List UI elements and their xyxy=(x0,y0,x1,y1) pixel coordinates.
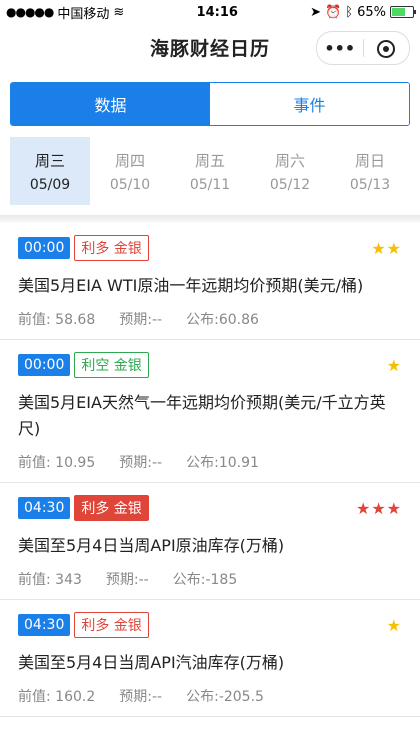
item-title: 美国至5月4日当周API汽油库存(万桶) xyxy=(18,653,285,672)
alarm-icon: ⏰ xyxy=(325,4,342,20)
battery-icon xyxy=(389,6,416,18)
forecast-value: -- xyxy=(151,455,163,471)
tab-data[interactable]: 数据 xyxy=(11,83,210,125)
day-date: 05/10 xyxy=(109,176,151,193)
day-tab[interactable]: 周六 05/12 xyxy=(250,137,330,205)
signal-icon: ●●●●● xyxy=(6,5,54,19)
day-date: 05/09 xyxy=(29,176,71,193)
close-button[interactable] xyxy=(364,38,410,58)
target-icon xyxy=(377,39,396,58)
day-name: 周五 xyxy=(194,151,225,170)
section-divider xyxy=(0,215,420,223)
forecast-label: 预期: xyxy=(119,689,152,705)
impact-tag: 利多 金银 xyxy=(74,235,149,261)
list-item[interactable]: 04:30 利多 金银 ★★★ 美国至5月4日当周API原油库存(万桶) 前值:… xyxy=(0,483,420,600)
day-name: 周三 xyxy=(34,151,65,170)
forecast-value: -- xyxy=(151,312,163,328)
actual-value: 60.86 xyxy=(218,312,259,328)
item-title: 美国至5月4日当周API原油库存(万桶) xyxy=(18,536,285,555)
item-title: 美国5月EIA WTI原油一年远期均价预期(美元/桶) xyxy=(18,276,364,295)
impact-tag: 利空 金银 xyxy=(74,352,149,378)
status-time: 14:16 xyxy=(196,4,238,20)
time-badge: 00:00 xyxy=(18,237,71,259)
time-badge: 04:30 xyxy=(18,497,71,519)
forecast-label: 预期: xyxy=(119,455,152,471)
forecast-value: -- xyxy=(138,572,149,588)
importance-stars: ★★★ xyxy=(355,498,402,518)
day-name: 周四 xyxy=(114,151,145,170)
nav-bar: 海豚财经日历 ••• xyxy=(0,24,420,70)
time-badge: 00:00 xyxy=(18,354,71,376)
prev-label: 前值: xyxy=(18,455,51,471)
actual-label: 公布: xyxy=(186,455,219,471)
day-name: 周六 xyxy=(274,151,305,170)
date-selector: 周三 05/09 周四 05/10 周五 05/11 周六 05/12 周日 0… xyxy=(0,137,420,205)
list-item[interactable]: 00:00 利空 金银 ★ 美国5月EIA天然气一年远期均价预期(美元/千立方英… xyxy=(0,340,420,483)
day-tab[interactable]: 周三 05/09 xyxy=(10,137,90,205)
day-date: 05/13 xyxy=(349,176,391,193)
time-badge: 04:30 xyxy=(18,614,71,636)
carrier-label: 中国移动 xyxy=(57,6,110,22)
day-tab[interactable]: 周日 05/13 xyxy=(330,137,410,205)
impact-tag: 利多 金银 xyxy=(74,495,149,521)
impact-tag: 利多 金银 xyxy=(74,612,149,638)
more-button[interactable]: ••• xyxy=(317,39,363,58)
location-icon: ➤ xyxy=(310,4,322,20)
actual-value: 10.91 xyxy=(218,455,259,471)
wifi-icon: ≋ xyxy=(113,4,125,20)
actual-value: -205.5 xyxy=(218,689,264,705)
more-icon: ••• xyxy=(324,38,356,58)
prev-value: 58.68 xyxy=(55,312,96,328)
status-bar: ●●●●● 中国移动 ≋ 14:16 ➤ ⏰ ᛒ 65% xyxy=(0,0,420,24)
page-title: 海豚财经日历 xyxy=(149,37,270,60)
battery-percent: 65% xyxy=(357,4,386,20)
prev-value: 343 xyxy=(55,572,82,588)
event-list: 00:00 利多 金银 ★★ 美国5月EIA WTI原油一年远期均价预期(美元/… xyxy=(0,223,420,717)
actual-label: 公布: xyxy=(172,572,206,588)
actual-label: 公布: xyxy=(186,689,219,705)
importance-stars: ★ xyxy=(386,355,402,375)
importance-stars: ★★ xyxy=(371,238,402,258)
forecast-label: 预期: xyxy=(105,572,139,588)
day-name: 周日 xyxy=(354,151,385,170)
actual-label: 公布: xyxy=(186,312,219,328)
item-title: 美国5月EIA天然气一年远期均价预期(美元/千立方英尺) xyxy=(18,393,386,438)
prev-value: 160.2 xyxy=(55,689,96,705)
forecast-label: 预期: xyxy=(119,312,152,328)
forecast-value: -- xyxy=(151,689,163,705)
day-tab[interactable]: 周五 05/11 xyxy=(170,137,250,205)
list-item[interactable]: 00:00 利多 金银 ★★ 美国5月EIA WTI原油一年远期均价预期(美元/… xyxy=(0,223,420,340)
day-date: 05/11 xyxy=(189,176,231,193)
day-date: 05/12 xyxy=(269,176,311,193)
prev-label: 前值: xyxy=(18,689,51,705)
bluetooth-icon: ᛒ xyxy=(345,4,354,20)
tab-events[interactable]: 事件 xyxy=(210,83,409,125)
actual-value: -185 xyxy=(205,572,238,588)
segment-control: 数据 事件 xyxy=(10,82,410,126)
mini-program-capsule: ••• xyxy=(316,31,410,65)
prev-value: 10.95 xyxy=(55,455,96,471)
day-tab[interactable]: 周四 05/10 xyxy=(90,137,170,205)
prev-label: 前值: xyxy=(18,572,51,588)
list-item[interactable]: 04:30 利多 金银 ★ 美国至5月4日当周API汽油库存(万桶) 前值: 1… xyxy=(0,600,420,717)
importance-stars: ★ xyxy=(386,615,402,635)
prev-label: 前值: xyxy=(18,312,51,328)
